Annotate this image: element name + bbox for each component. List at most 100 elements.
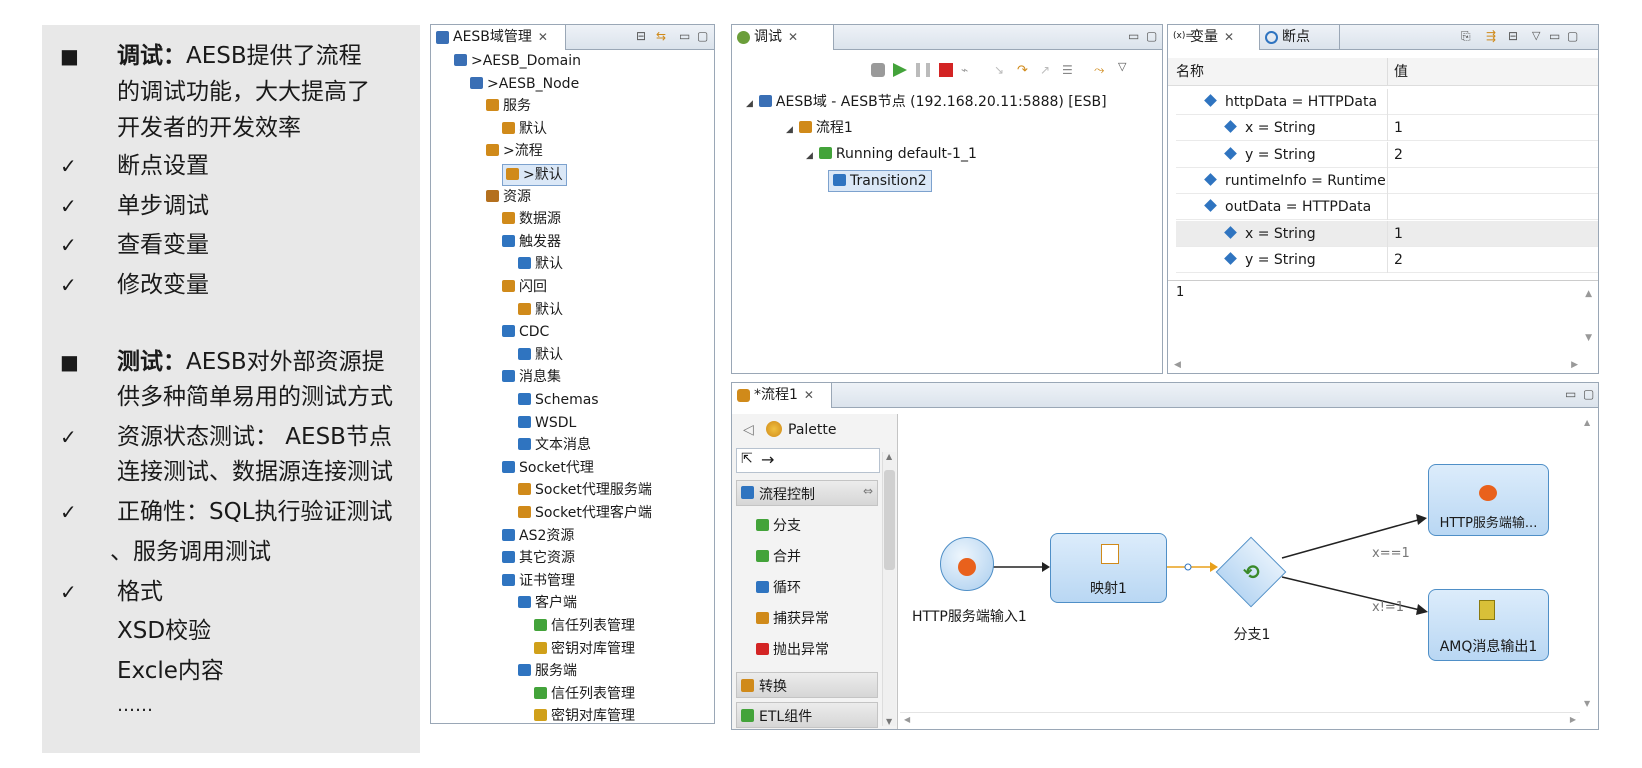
tree-item[interactable]: 消息集 [502,367,561,387]
tree-item[interactable]: 默认 [518,345,563,365]
tree-item[interactable]: Socket代理服务端 [518,480,652,500]
step-over-icon[interactable]: ↷ [1017,63,1031,78]
maximize-icon[interactable]: ▢ [1146,29,1157,43]
variable-row[interactable]: y = String 2 [1176,141,1598,168]
http-output-node[interactable]: HTTP服务端输... [1428,464,1549,536]
tree-item[interactable]: 默认 [502,119,547,139]
tab-breakpoints[interactable]: 断点 [1260,25,1340,50]
link-editor-icon[interactable]: ⇆ [656,29,666,43]
scroll-right-icon[interactable]: ▶ [1570,715,1576,724]
tree-item[interactable]: 服务端 [518,661,577,681]
remove-terminated-icon[interactable] [871,63,885,77]
tree-item[interactable]: Schemas [518,390,599,410]
maximize-icon[interactable]: ▢ [1567,29,1578,43]
tab-domain-management[interactable]: AESB域管理 ✕ [431,25,566,50]
tree-item[interactable]: 服务 [486,96,531,116]
variable-row[interactable]: httpData = HTTPData [1176,89,1598,115]
close-icon[interactable]: ✕ [1224,30,1234,44]
tab-flow1[interactable]: *流程1 ✕ [732,383,832,408]
variable-row[interactable]: y = String 2 [1176,246,1598,273]
tree-item[interactable]: 数据源 [502,209,561,229]
minimize-icon[interactable]: ▭ [1128,29,1139,43]
tree-item[interactable]: 证书管理 [502,571,575,591]
close-icon[interactable]: ✕ [788,30,798,44]
debug-tree-item[interactable]: ◢ AESB域 - AESB节点 (192.168.20.11:5888) [ES… [746,92,1107,114]
variable-detail-pane[interactable]: 1 ▲ ▼ ◀ ▶ [1168,280,1598,372]
tree-item[interactable]: Socket代理 [502,458,594,478]
debug-tree-item[interactable]: ◢ Running default-1_1 [806,144,977,166]
debug-tree-item[interactable]: ◢ 流程1 [786,118,853,140]
view-menu-icon[interactable]: ▽ [1532,29,1540,42]
scroll-thumb[interactable] [884,470,895,570]
tab-debug[interactable]: 调试 ✕ [732,25,834,50]
mapping-node[interactable]: 映射1 [1050,533,1167,603]
column-value-header[interactable]: 值 [1394,58,1408,86]
tree-item[interactable]: 默认 [518,254,563,274]
scroll-down-icon[interactable]: ▼ [886,717,892,726]
minimize-icon[interactable]: ▭ [1565,387,1576,401]
show-logical-structure-icon[interactable]: ⇶ [1486,29,1496,43]
tree-item[interactable]: 信任列表管理 [534,684,635,704]
close-icon[interactable]: ✕ [804,388,814,402]
tab-variables[interactable]: (x)= 变量 ✕ [1168,25,1260,50]
step-into-icon[interactable]: ↘ [994,63,1008,77]
group-toggle-icon[interactable]: ⇔ [863,484,873,498]
tree-item[interactable]: CDC [502,322,549,342]
maximize-icon[interactable]: ▢ [697,29,708,43]
variable-value[interactable]: 1 [1394,221,1403,247]
close-icon[interactable]: ✕ [538,30,548,44]
variable-row[interactable]: runtimeInfo = RuntimeInfo [1176,167,1598,194]
palette-group-transform[interactable]: 转换 [736,672,878,698]
scroll-down-icon[interactable]: ▼ [1584,699,1590,708]
tree-item[interactable]: 客户端 [518,593,577,613]
scroll-left-icon[interactable]: ◀ [904,715,910,724]
use-step-filters-icon[interactable]: ⤳ [1094,63,1108,78]
expand-arrow-icon[interactable]: ◢ [806,151,813,161]
tree-item[interactable]: 其它资源 [502,548,575,568]
expand-arrow-icon[interactable]: ◢ [746,99,753,109]
debug-tree-item[interactable]: Transition2 [828,170,932,192]
palette-group-flow-control[interactable]: 流程控制 ⇔ [736,480,878,506]
collapse-all-icon[interactable]: ⊟ [636,29,646,43]
column-name-header[interactable]: 名称 [1176,58,1204,86]
maximize-icon[interactable]: ▢ [1583,387,1594,401]
scroll-left-icon[interactable]: ◀ [1174,360,1181,370]
http-input-node[interactable] [940,537,994,591]
palette-item[interactable]: 捕获异常 [756,608,829,628]
scroll-down-icon[interactable]: ▼ [1585,333,1592,343]
tree-item[interactable]: 资源 [486,187,531,207]
minimize-icon[interactable]: ▭ [1549,29,1560,43]
tree-item[interactable]: 密钥对库管理 [534,706,635,726]
palette-item[interactable]: 分支 [756,515,801,535]
tree-item[interactable]: 信任列表管理 [534,616,635,636]
resume-icon[interactable] [893,63,907,77]
collapse-all-icon[interactable]: ⊟ [1508,29,1518,43]
tree-item[interactable]: 默认 [518,300,563,320]
scroll-up-icon[interactable]: ▲ [886,452,892,461]
amq-output-node[interactable]: AMQ消息输出1 [1428,589,1549,661]
tree-item[interactable]: >默认 [502,164,567,186]
expand-arrow-icon[interactable]: ◢ [786,125,793,135]
scroll-up-icon[interactable]: ▲ [1584,418,1590,427]
palette-item[interactable]: 合并 [756,546,801,566]
canvas-horizontal-scrollbar[interactable]: ◀ ▶ [900,712,1580,728]
variable-row[interactable]: outData = HTTPData [1176,194,1598,221]
palette-item[interactable]: 循环 [756,577,801,597]
tree-item[interactable]: >AESB_Domain [454,51,581,71]
tree-item[interactable]: WSDL [518,413,576,433]
connection-tool-icon[interactable]: → [761,450,774,469]
variable-value[interactable]: 2 [1394,247,1403,273]
scroll-up-icon[interactable]: ▲ [1585,289,1592,299]
tree-item[interactable]: Socket代理客户端 [518,503,652,523]
disconnect-icon[interactable]: ⌁ [961,63,975,77]
minimize-icon[interactable]: ▭ [679,29,690,43]
tree-item[interactable]: AS2资源 [502,526,574,546]
palette-item[interactable]: 抛出异常 [756,639,829,659]
canvas-vertical-scrollbar[interactable]: ▲ ▼ [1580,416,1596,710]
tree-item[interactable]: >AESB_Node [470,74,579,94]
palette-collapse-icon[interactable]: ◁ [743,422,754,438]
palette-scrollbar[interactable]: ▲ ▼ [882,452,896,726]
variable-value[interactable]: 2 [1394,142,1403,168]
suspend-icon[interactable] [916,63,930,77]
tree-item[interactable]: 文本消息 [518,435,591,455]
